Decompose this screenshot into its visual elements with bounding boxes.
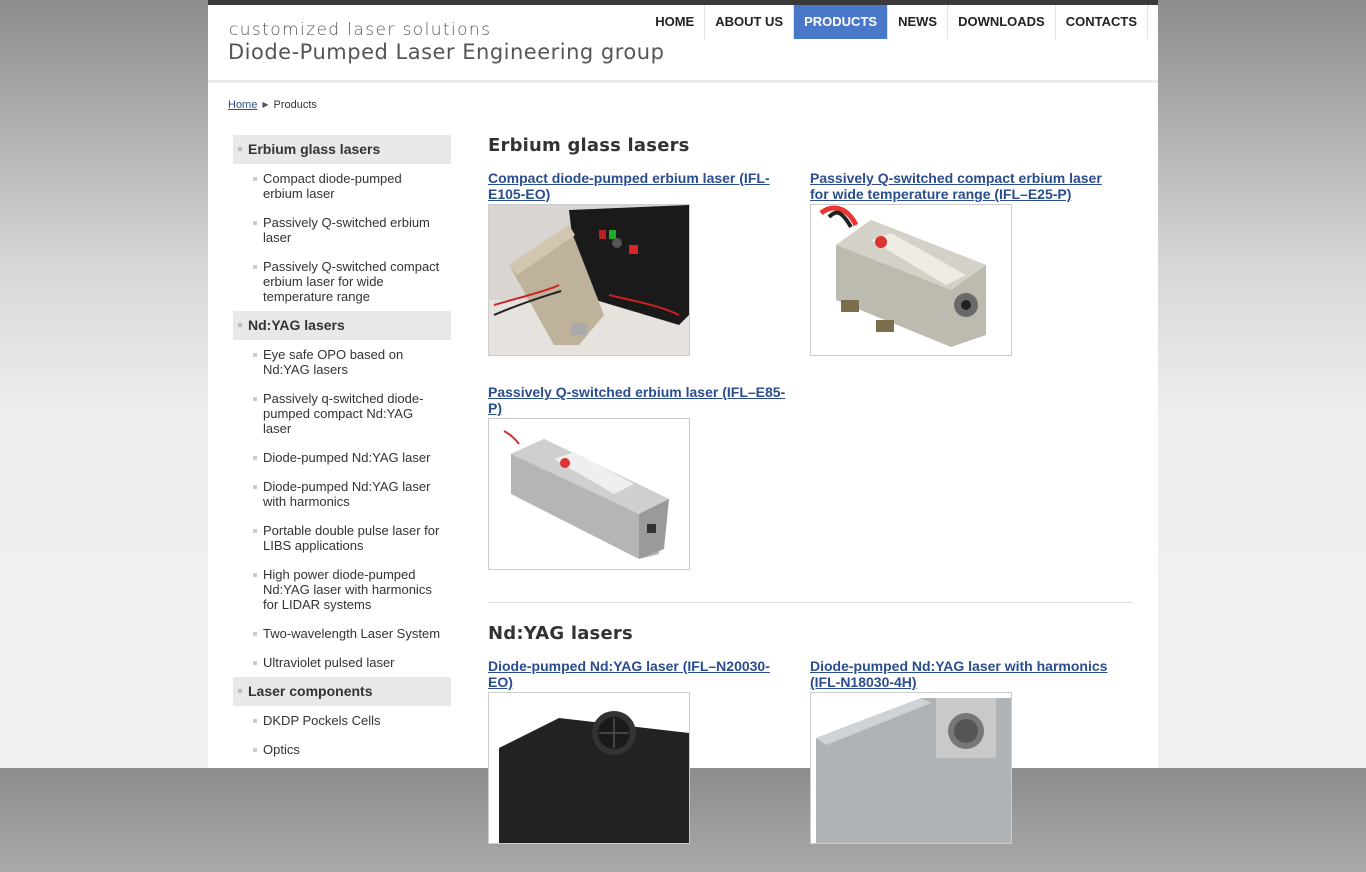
product-link[interactable]: Compact diode-pumped erbium laser (IFL-E… [488, 170, 786, 202]
sidebar-item[interactable]: High power diode-pumped Nd:YAG laser wit… [233, 560, 451, 619]
section-title-erbium: Erbium glass lasers [488, 135, 690, 156]
sidebar-item[interactable]: Ultraviolet pulsed laser [233, 648, 451, 677]
breadcrumb-arrow-icon: ▶ [262, 100, 269, 109]
header-divider [208, 80, 1158, 83]
product-image[interactable] [810, 692, 1012, 844]
breadcrumb: Home ▶ Products [228, 99, 317, 111]
product-card: Passively Q-switched compact erbium lase… [810, 170, 1132, 356]
sidebar-item[interactable]: Diode-pumped Nd:YAG laser [233, 443, 451, 472]
product-card: Compact diode-pumped erbium laser (IFL-E… [488, 170, 810, 356]
nav-contacts[interactable]: CONTACTS [1056, 5, 1148, 39]
sidebar-item[interactable]: DKDP Pockels Cells [233, 706, 451, 735]
sidebar-category-components[interactable]: Laser components [233, 677, 451, 706]
product-card: Diode-pumped Nd:YAG laser with harmonics… [810, 658, 1132, 844]
section-title-ndyag: Nd:YAG lasers [488, 623, 633, 644]
sidebar-menu: Erbium glass lasers Compact diode-pumped… [233, 135, 451, 764]
product-card: Diode-pumped Nd:YAG laser (IFL–N20030-EO… [488, 658, 810, 844]
sidebar-item[interactable]: Eye safe OPO based on Nd:YAG lasers [233, 340, 451, 384]
sidebar-item[interactable]: Passively Q-switched compact erbium lase… [233, 252, 451, 311]
product-image[interactable] [488, 418, 690, 570]
product-grid: Diode-pumped Nd:YAG laser (IFL–N20030-EO… [488, 658, 1133, 872]
sidebar-item[interactable]: Optics [233, 735, 451, 764]
nav-news[interactable]: NEWS [888, 5, 949, 39]
sidebar-category-ndyag[interactable]: Nd:YAG lasers [233, 311, 451, 340]
sidebar-category-erbium[interactable]: Erbium glass lasers [233, 135, 451, 164]
product-image[interactable] [488, 692, 690, 844]
nav-downloads[interactable]: DOWNLOADS [948, 5, 1056, 39]
nav-about-us[interactable]: ABOUT US [705, 5, 795, 39]
nav-products[interactable]: PRODUCTS [794, 5, 889, 39]
product-link[interactable]: Passively Q-switched erbium laser (IFL–E… [488, 384, 786, 416]
sidebar-item[interactable]: Portable double pulse laser for LIBS app… [233, 516, 451, 560]
main-nav: HOME ABOUT US PRODUCTS NEWS DOWNLOADS CO… [645, 5, 1148, 39]
site-title[interactable]: Diode-Pumped Laser Engineering group [228, 40, 664, 64]
product-card: Passively Q-switched erbium laser (IFL–E… [488, 384, 810, 570]
main-content: Erbium glass lasers Compact diode-pumped… [488, 135, 1133, 872]
page-container: customized laser solutions Diode-Pumped … [208, 0, 1158, 844]
sidebar-item[interactable]: Passively q-switched diode-pumped compac… [233, 384, 451, 443]
section-divider [488, 602, 1133, 603]
site-header: customized laser solutions Diode-Pumped … [208, 5, 1158, 80]
product-grid: Compact diode-pumped erbium laser (IFL-E… [488, 170, 1133, 598]
breadcrumb-home-link[interactable]: Home [228, 99, 257, 111]
sidebar-item[interactable]: Diode-pumped Nd:YAG laser with harmonics [233, 472, 451, 516]
breadcrumb-current: Products [273, 99, 317, 111]
nav-home[interactable]: HOME [645, 5, 706, 39]
product-image[interactable] [810, 204, 1012, 356]
product-image[interactable] [488, 204, 690, 356]
sidebar-item[interactable]: Passively Q-switched erbium laser [233, 208, 451, 252]
sidebar-item[interactable]: Compact diode-pumped erbium laser [233, 164, 451, 208]
product-link[interactable]: Diode-pumped Nd:YAG laser (IFL–N20030-EO… [488, 658, 786, 690]
site-tagline: customized laser solutions [229, 20, 492, 40]
product-link[interactable]: Passively Q-switched compact erbium lase… [810, 170, 1108, 202]
product-link[interactable]: Diode-pumped Nd:YAG laser with harmonics… [810, 658, 1108, 690]
sidebar-item[interactable]: Two-wavelength Laser System [233, 619, 451, 648]
